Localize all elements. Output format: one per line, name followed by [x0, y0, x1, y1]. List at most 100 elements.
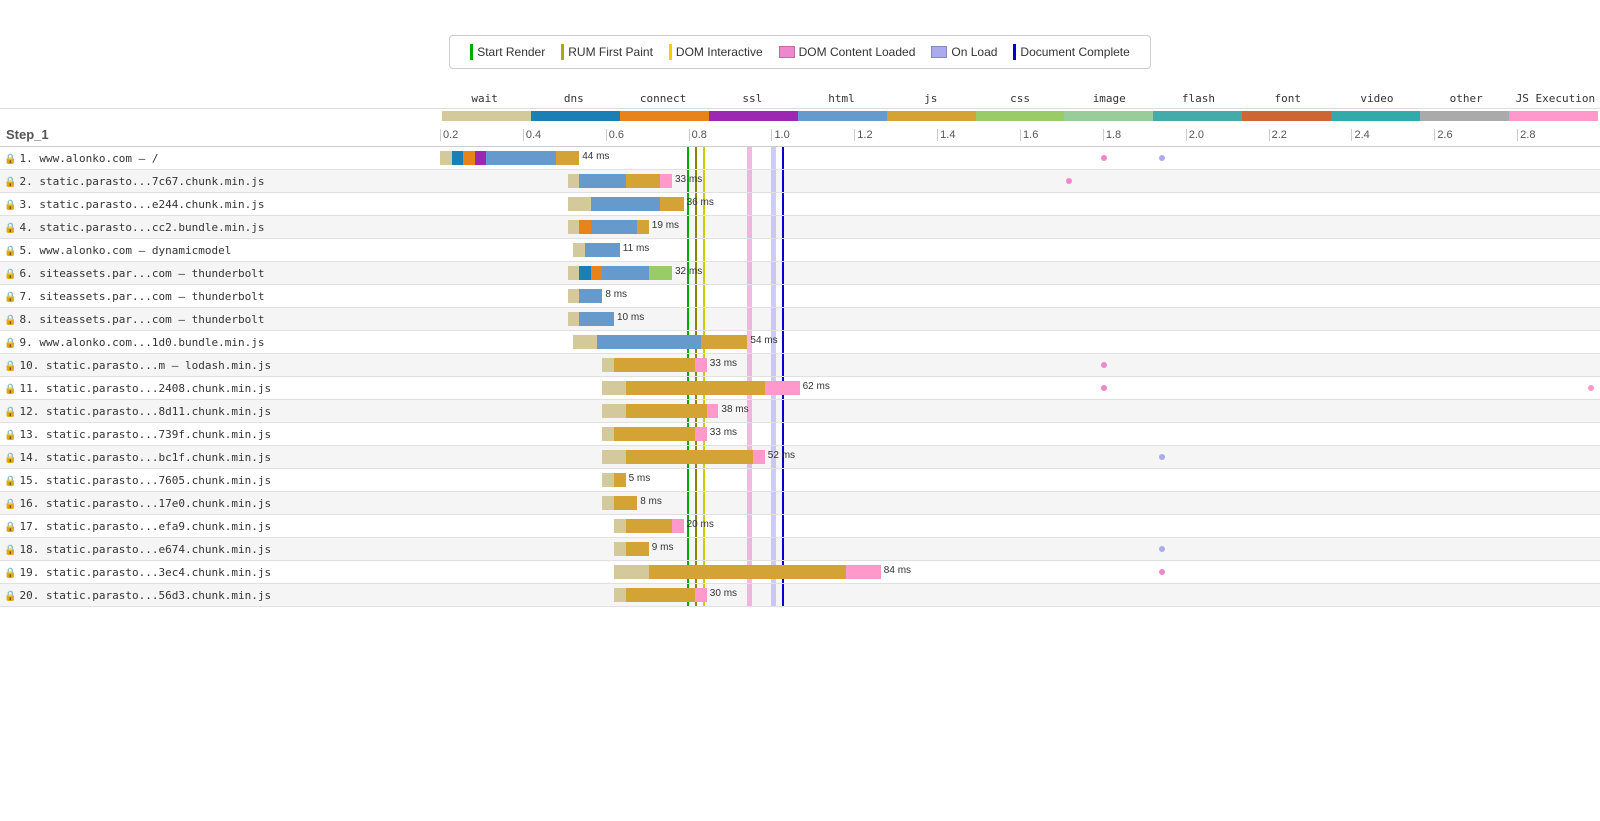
request-label-cell: 🔒10. static.parasto...m – lodash.min.js [0, 354, 440, 377]
request-bar [568, 266, 672, 280]
bar-segment [452, 151, 464, 165]
marker-dom-content-loaded [747, 285, 752, 307]
marker-rum-first-paint [695, 239, 697, 261]
type-color-bar [887, 111, 976, 121]
request-label: 3. static.parasto...e244.chunk.min.js [19, 198, 264, 211]
bar-segment [846, 565, 881, 579]
marker-document-complete [782, 469, 784, 491]
dot-marker [1101, 385, 1107, 391]
dot-marker [1159, 155, 1165, 161]
type-color-bar [442, 111, 531, 121]
type-header-label: video [1332, 92, 1421, 105]
type-color-bar [709, 111, 798, 121]
marker-document-complete [782, 285, 784, 307]
marker-document-complete [782, 331, 784, 353]
request-chart-cell: 19 ms [440, 216, 1600, 239]
request-chart-cell: 20 ms [440, 515, 1600, 538]
request-ms-label: 52 ms [768, 450, 795, 461]
request-chart-cell: 38 ms [440, 400, 1600, 423]
request-chart-cell: 10 ms [440, 308, 1600, 331]
request-label-cell: 🔒20. static.parasto...56d3.chunk.min.js [0, 584, 440, 607]
lock-icon: 🔒 [4, 223, 16, 234]
marker-dom-content-loaded [747, 584, 752, 606]
lock-icon: 🔒 [4, 522, 16, 533]
marker-dom-content-loaded [747, 239, 752, 261]
bar-segment [486, 151, 556, 165]
bar-segment [475, 151, 487, 165]
lock-icon: 🔒 [4, 568, 16, 579]
marker-rum-first-paint [695, 216, 697, 238]
request-bar [602, 427, 706, 441]
lock-icon: 🔒 [4, 384, 16, 395]
marker-dom-interactive [703, 538, 705, 560]
bar-segment [637, 220, 649, 234]
dot-marker [1066, 178, 1072, 184]
request-label: 20. static.parasto...56d3.chunk.min.js [19, 589, 271, 602]
request-ms-label: 33 ms [675, 174, 702, 185]
request-chart-cell: 33 ms [440, 170, 1600, 193]
request-label-cell: 🔒2. static.parasto...7c67.chunk.min.js [0, 170, 440, 193]
request-label: 13. static.parasto...739f.chunk.min.js [19, 428, 271, 441]
scale-marker: 0.4 [523, 129, 606, 141]
request-bar [614, 542, 649, 556]
request-bar [602, 450, 764, 464]
bar-segment [568, 289, 580, 303]
bar-segment [568, 266, 580, 280]
marker-document-complete [782, 147, 784, 169]
scale-marker: 0.2 [440, 129, 523, 141]
type-header-label: ssl [708, 92, 797, 105]
marker-dom-content-loaded [747, 469, 752, 491]
request-label: 17. static.parasto...efa9.chunk.min.js [19, 520, 271, 533]
request-chart-cell: 62 ms [440, 377, 1600, 400]
type-color-bar [1153, 111, 1242, 121]
bar-segment [614, 588, 626, 602]
scale-marker: 2.2 [1269, 129, 1352, 141]
scale-marker: 0.8 [689, 129, 772, 141]
marker-dom-content-loaded [747, 216, 752, 238]
marker-dom-content-loaded [747, 308, 752, 330]
request-ms-label: 32 ms [675, 266, 702, 277]
type-headers: waitdnsconnectsslhtmljscssimageflashfont… [440, 89, 1600, 109]
bar-segment [672, 519, 684, 533]
type-header-label: JS Execution [1511, 92, 1600, 105]
request-label-cell: 🔒7. siteassets.par...com – thunderbolt [0, 285, 440, 308]
request-bar [614, 519, 684, 533]
table-row: 🔒14. static.parasto...bc1f.chunk.min.js5… [0, 446, 1600, 469]
bar-segment [602, 381, 625, 395]
table-row: 🔒6. siteassets.par...com – thunderbolt32… [0, 262, 1600, 285]
type-color-bar [531, 111, 620, 121]
marker-document-complete [782, 216, 784, 238]
request-ms-label: 54 ms [750, 335, 777, 346]
scale-marker: 1.4 [937, 129, 1020, 141]
lock-icon: 🔒 [4, 154, 16, 165]
table-row: 🔒15. static.parasto...7605.chunk.min.js5… [0, 469, 1600, 492]
request-ms-label: 5 ms [629, 473, 651, 484]
marker-on-load [771, 469, 776, 491]
bar-segment [614, 565, 649, 579]
marker-on-load [771, 216, 776, 238]
bar-segment [591, 266, 603, 280]
type-header-label: other [1422, 92, 1511, 105]
request-chart-cell: 33 ms [440, 423, 1600, 446]
bar-segment [568, 312, 580, 326]
scale-marker: 1.0 [771, 129, 854, 141]
request-chart-cell: 52 ms [440, 446, 1600, 469]
marker-document-complete [782, 170, 784, 192]
waterfall-container: waitdnsconnectsslhtmljscssimageflashfont… [0, 89, 1600, 607]
bar-segment [614, 496, 637, 510]
marker-on-load [771, 492, 776, 514]
request-label-cell: 🔒12. static.parasto...8d11.chunk.min.js [0, 400, 440, 423]
request-ms-label: 8 ms [605, 289, 627, 300]
marker-dom-interactive [703, 492, 705, 514]
marker-on-load [771, 239, 776, 261]
request-ms-label: 30 ms [710, 588, 737, 599]
request-chart-cell: 11 ms [440, 239, 1600, 262]
marker-dom-content-loaded [747, 423, 752, 445]
request-ms-label: 36 ms [687, 197, 714, 208]
lock-icon: 🔒 [4, 292, 16, 303]
request-chart-cell: 36 ms [440, 193, 1600, 216]
marker-dom-interactive [703, 469, 705, 491]
bar-segment [602, 473, 614, 487]
bar-segment [626, 174, 661, 188]
request-ms-label: 19 ms [652, 220, 679, 231]
